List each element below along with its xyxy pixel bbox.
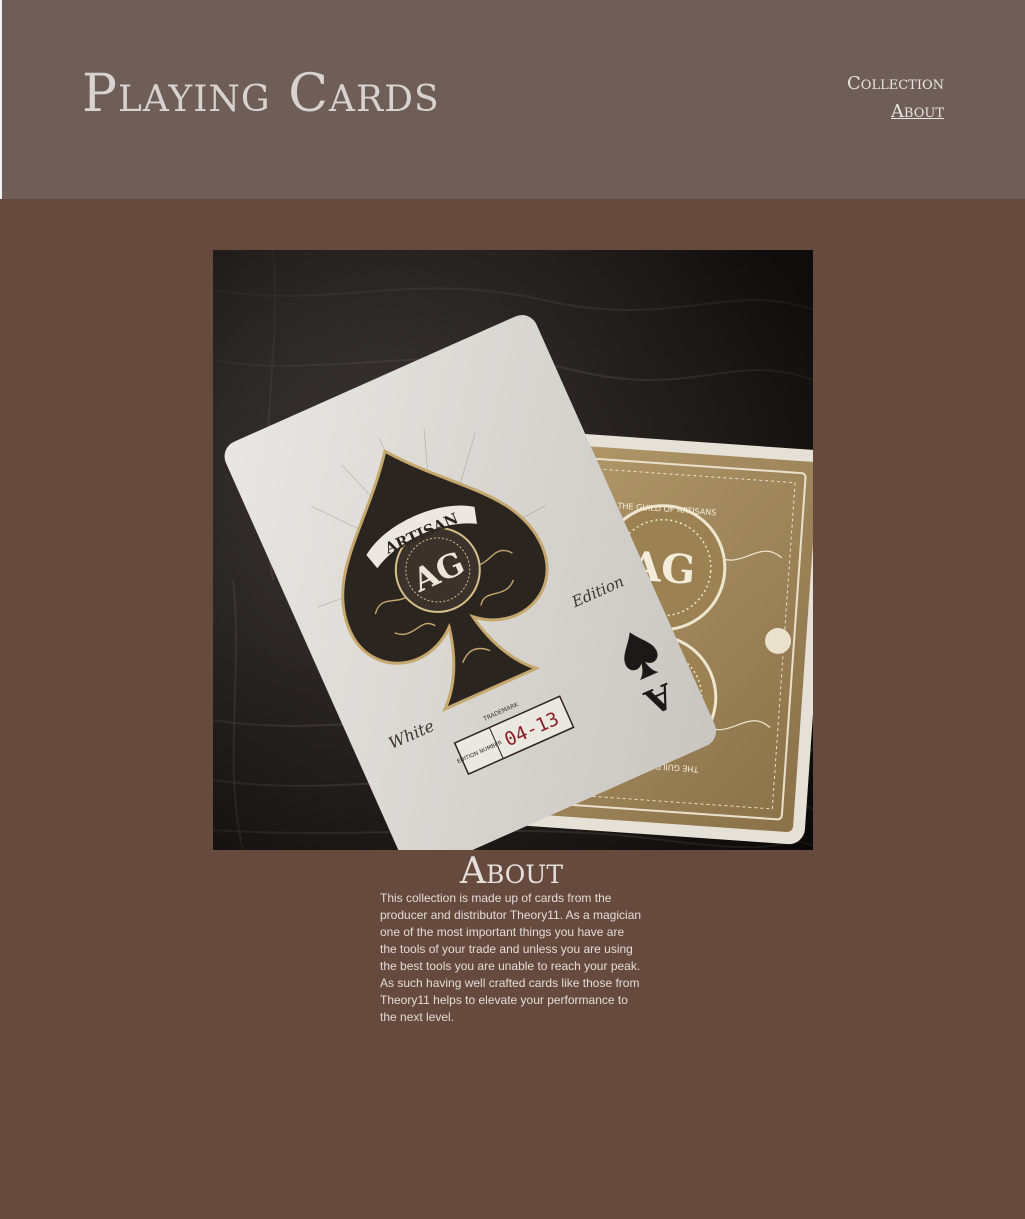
site-title: Playing Cards [82,64,440,124]
nav-link-collection[interactable]: Collection [847,70,944,98]
nav-link-about[interactable]: About [847,98,944,126]
main-nav: Collection About [847,70,944,126]
about-description: This collection is made up of cards from… [380,891,642,1024]
playing-cards-photo: AG AG THE GUILD OF ARTISANS THE GUILD OF… [213,250,813,850]
about-heading: About [459,851,564,892]
hero-image: AG AG THE GUILD OF ARTISANS THE GUILD OF… [213,250,813,850]
site-header: Playing Cards Collection About [2,0,1025,199]
